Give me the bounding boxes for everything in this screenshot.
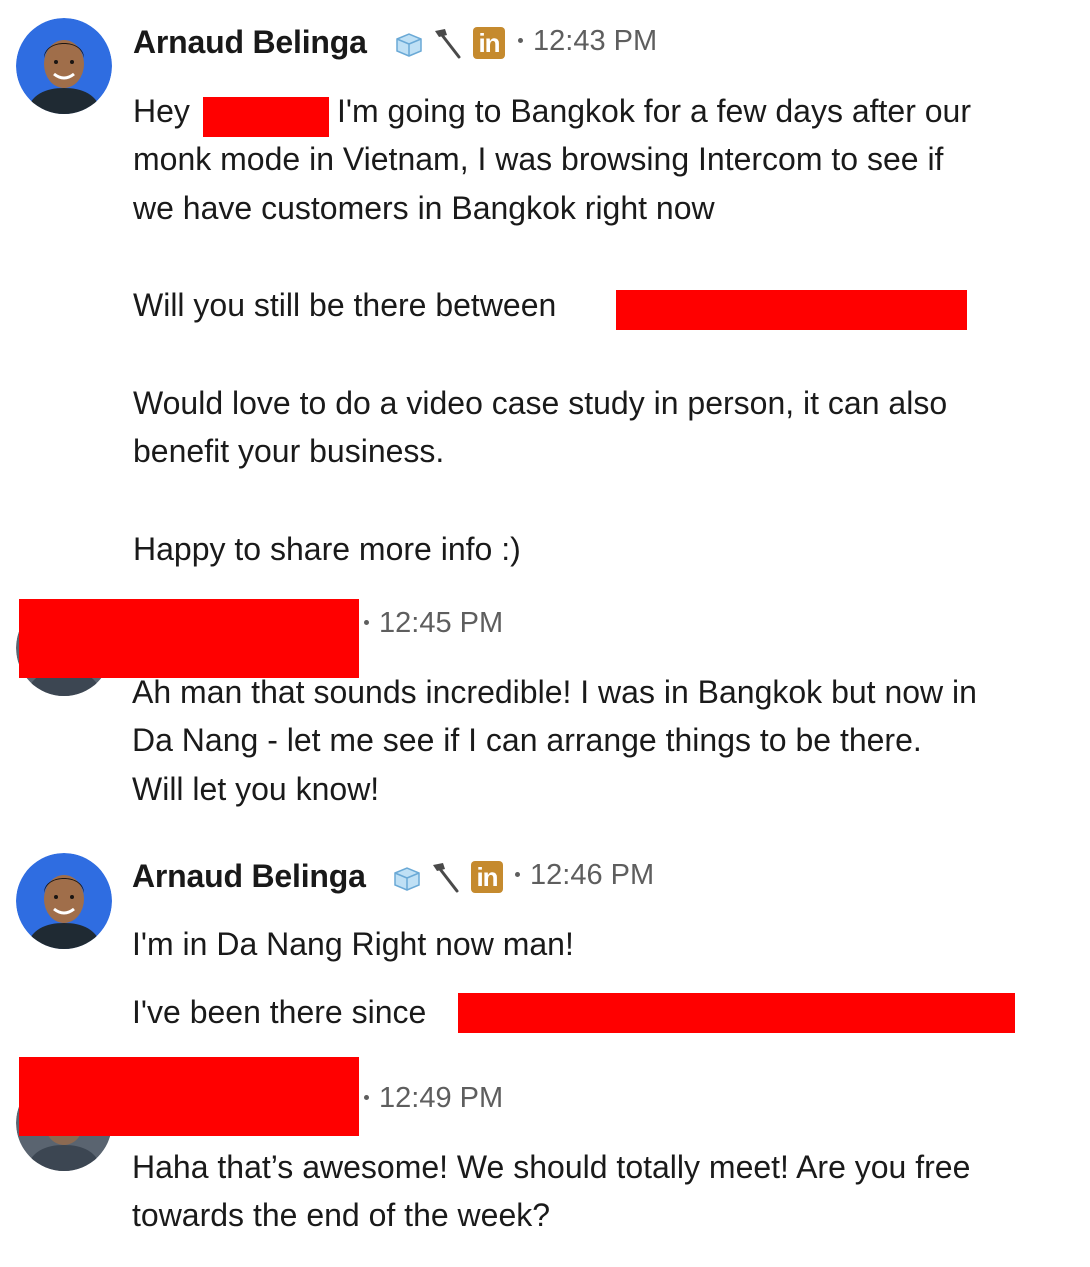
redaction-box [19,1057,359,1136]
message-line: benefit your business. [133,433,445,469]
message-line: Would love to do a video case study in p… [133,385,948,421]
message-line: I'm in Da Nang Right now man! [132,926,574,962]
message-timestamp: 12:43 PM [518,25,657,58]
redaction-box [203,97,329,137]
message-line: monk mode in Vietnam, I was browsing Int… [133,141,944,177]
profile-badges: in [393,23,505,63]
message-timestamp: 12:49 PM [364,1082,503,1115]
profile-badges: in [391,857,503,897]
message-line: I'm going to Bangkok for a few days afte… [337,93,971,129]
avatar-image [16,18,112,114]
message-line: towards the end of the week? [132,1197,551,1233]
message-line: Will you still be there between [133,287,557,323]
sender-name[interactable]: Arnaud Belinga [132,858,366,895]
timestamp-text: 12:45 PM [379,607,504,639]
timestamp-text: 12:43 PM [533,25,658,57]
message-line: Will let you know! [132,771,380,807]
message-timestamp: 12:45 PM [364,607,503,640]
avatar-image [16,853,112,949]
timestamp-text: 12:49 PM [379,1082,504,1114]
message-line: I've been there since [132,994,427,1030]
bullet-dot-icon [364,1094,369,1100]
redaction-box [458,993,1015,1033]
linkedin-icon: in [473,27,505,59]
bullet-dot-icon [515,871,520,877]
ice-cube-icon [396,33,422,57]
timestamp-text: 12:46 PM [530,859,655,891]
avatar[interactable] [16,18,112,114]
message-line: we have customers in Bangkok right now [133,190,715,226]
bullet-dot-icon [518,37,523,43]
hammer-icon [435,29,461,59]
message-line: Happy to share more info :) [133,531,521,567]
hammer-icon [433,863,459,893]
message-timestamp: 12:46 PM [515,859,654,892]
message-line: Haha that’s awesome! We should totally m… [132,1149,971,1185]
bullet-dot-icon [364,619,369,625]
avatar[interactable] [16,853,112,949]
sender-name[interactable]: Arnaud Belinga [133,24,367,61]
message-line: Ah man that sounds incredible! I was in … [132,674,977,710]
linkedin-icon: in [471,861,503,893]
ice-cube-icon [394,867,420,891]
redaction-box [19,599,359,678]
redaction-box [616,290,967,330]
message-line: Hey [133,93,190,129]
message-line: Da Nang - let me see if I can arrange th… [132,722,922,758]
